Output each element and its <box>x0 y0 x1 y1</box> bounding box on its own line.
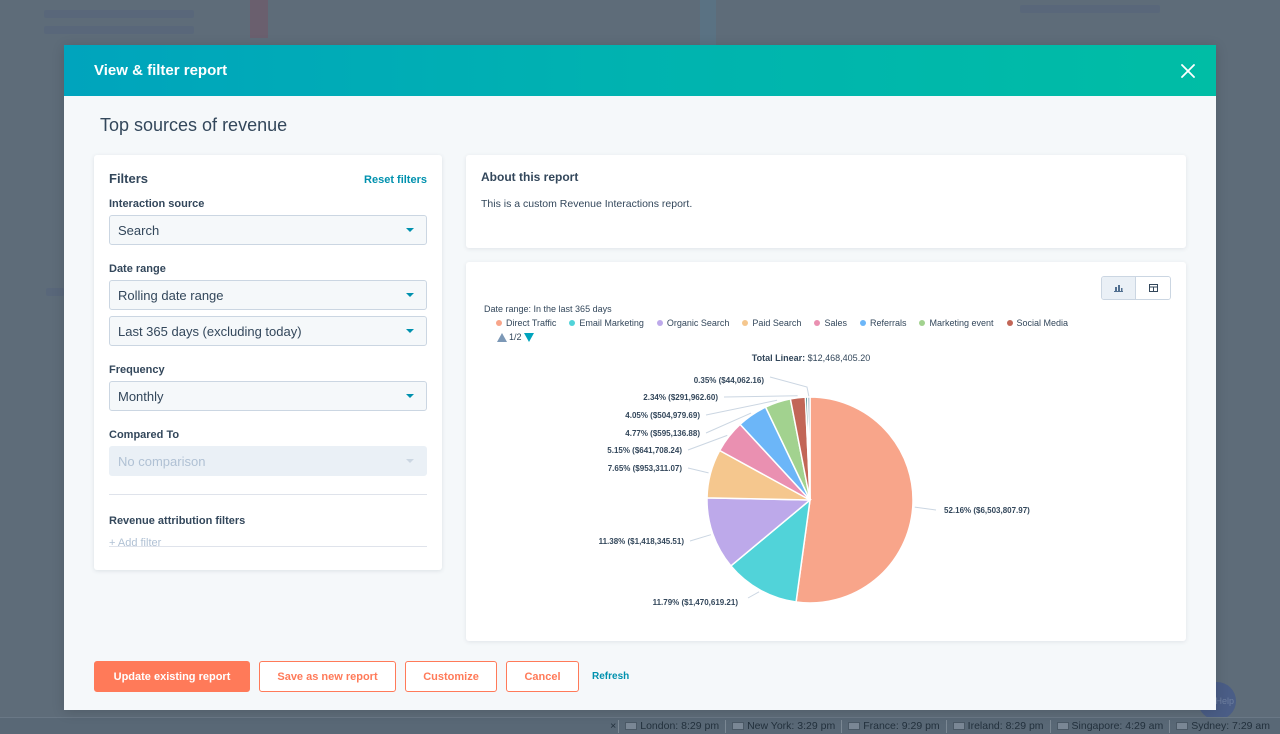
clock-text: Ireland: 8:29 pm <box>967 720 1044 732</box>
clock-item: Singapore: 4:29 am <box>1049 719 1170 733</box>
filters-panel: Filters Reset filters Interaction source… <box>94 155 442 570</box>
pie-data-label: 0.35% ($44,062.16) <box>694 376 765 385</box>
pie-data-label: 2.34% ($291,962.60) <box>643 393 718 402</box>
background-bar <box>250 0 268 38</box>
pie-data-label: 7.65% ($953,311.07) <box>608 464 683 473</box>
update-existing-report-button[interactable]: Update existing report <box>94 661 250 692</box>
clock-item: London: 8:29 pm <box>618 719 725 733</box>
close-icon <box>1181 63 1195 78</box>
caret-down-icon <box>406 293 414 297</box>
pie-chart: 52.16% ($6,503,807.97) 11.79% ($1,470,619… <box>599 376 1031 607</box>
pie-label-connector <box>687 467 709 474</box>
pie-label-connector <box>747 591 760 599</box>
date-range-type-value: Rolling date range <box>118 287 224 303</box>
frequency-label: Frequency <box>109 364 165 376</box>
refresh-link[interactable]: Refresh <box>592 671 629 682</box>
date-range-period-select[interactable]: Last 365 days (excluding today) <box>109 316 427 346</box>
flag-icon <box>625 722 638 730</box>
caret-down-icon <box>406 228 414 232</box>
chart-card: Date range: In the last 365 days Direct … <box>466 262 1186 641</box>
clock-item: France: 9:29 pm <box>841 719 945 733</box>
close-modal-button[interactable] <box>1178 61 1198 81</box>
clock-item: Ireland: 8:29 pm <box>945 719 1050 733</box>
world-clock-bar: × London: 8:29 pm New York: 3:29 pm Fran… <box>0 717 1280 734</box>
flag-icon <box>1056 722 1069 730</box>
clock-text: Singapore: 4:29 am <box>1071 720 1164 732</box>
pie-data-label: 4.05% ($504,979.69) <box>625 411 700 420</box>
reset-filters-link[interactable]: Reset filters <box>364 174 427 186</box>
caret-down-icon <box>406 329 414 333</box>
modal-footer: Update existing report Save as new repor… <box>94 661 629 692</box>
view-filter-report-modal: View & filter report Top sources of reve… <box>64 45 1216 710</box>
background-text-blur <box>1020 5 1160 13</box>
filters-title: Filters <box>109 171 149 186</box>
about-text: This is a custom Revenue Interactions re… <box>481 198 693 210</box>
clock-text: Sydney: 7:29 am <box>1191 720 1270 732</box>
compared-to-label: Compared To <box>109 429 180 441</box>
interaction-source-value: Search <box>118 222 160 238</box>
pie-data-label: 5.15% ($641,708.24) <box>607 446 682 455</box>
pie-label-connector <box>769 376 810 398</box>
clock-text: London: 8:29 pm <box>640 720 720 732</box>
caret-down-icon <box>406 394 414 398</box>
background-bar <box>700 0 716 45</box>
interaction-source-select[interactable]: Search <box>109 215 427 245</box>
clock-item: New York: 3:29 pm <box>725 719 841 733</box>
pie-slice-direct-traffic[interactable] <box>795 396 914 604</box>
date-range-period-value: Last 365 days (excluding today) <box>118 323 302 339</box>
date-range-type-select[interactable]: Rolling date range <box>109 280 427 310</box>
compared-to-value: No comparison <box>118 453 206 469</box>
modal-title: View & filter report <box>94 62 228 79</box>
background-text-blur <box>46 288 64 296</box>
modal-header: View & filter report <box>64 45 1216 96</box>
pie-data-label: 11.79% ($1,470,619.21) <box>653 598 739 607</box>
compared-to-select: No comparison <box>109 446 427 476</box>
background-text-blur <box>44 26 194 34</box>
help-label: Help <box>1215 696 1234 706</box>
pie-data-label: 52.16% ($6,503,807.97) <box>944 506 1030 515</box>
pie-label-connector <box>723 395 798 398</box>
divider <box>109 494 427 495</box>
pie-data-label: 4.77% ($595,136.88) <box>625 429 700 438</box>
about-report-card: About this report This is a custom Reven… <box>466 155 1186 248</box>
caret-down-icon <box>406 459 414 463</box>
save-as-new-report-button[interactable]: Save as new report <box>259 661 396 692</box>
background-text-blur <box>44 10 194 18</box>
cancel-button[interactable]: Cancel <box>506 661 579 692</box>
frequency-select[interactable]: Monthly <box>109 381 427 411</box>
flag-icon <box>1176 722 1189 730</box>
date-range-label: Date range <box>109 263 166 275</box>
report-title: Top sources of revenue <box>100 115 288 135</box>
add-filter-button[interactable]: + Add filter <box>109 537 427 547</box>
customize-button[interactable]: Customize <box>405 661 497 692</box>
flag-icon <box>732 722 745 730</box>
flag-icon <box>848 722 861 730</box>
frequency-value: Monthly <box>118 388 164 404</box>
clock-text: France: 9:29 pm <box>863 720 940 732</box>
about-title: About this report <box>481 170 579 184</box>
revenue-attribution-label: Revenue attribution filters <box>109 515 246 527</box>
close-clock-bar-icon[interactable]: × <box>610 720 616 732</box>
clock-item: Sydney: 7:29 am <box>1169 719 1276 733</box>
clock-text: New York: 3:29 pm <box>747 720 836 732</box>
flag-icon <box>952 722 965 730</box>
pie-label-connector <box>914 506 937 511</box>
pie-label-connector <box>689 534 712 542</box>
pie-data-label: 11.38% ($1,418,345.51) <box>599 537 685 546</box>
interaction-source-label: Interaction source <box>109 198 205 210</box>
